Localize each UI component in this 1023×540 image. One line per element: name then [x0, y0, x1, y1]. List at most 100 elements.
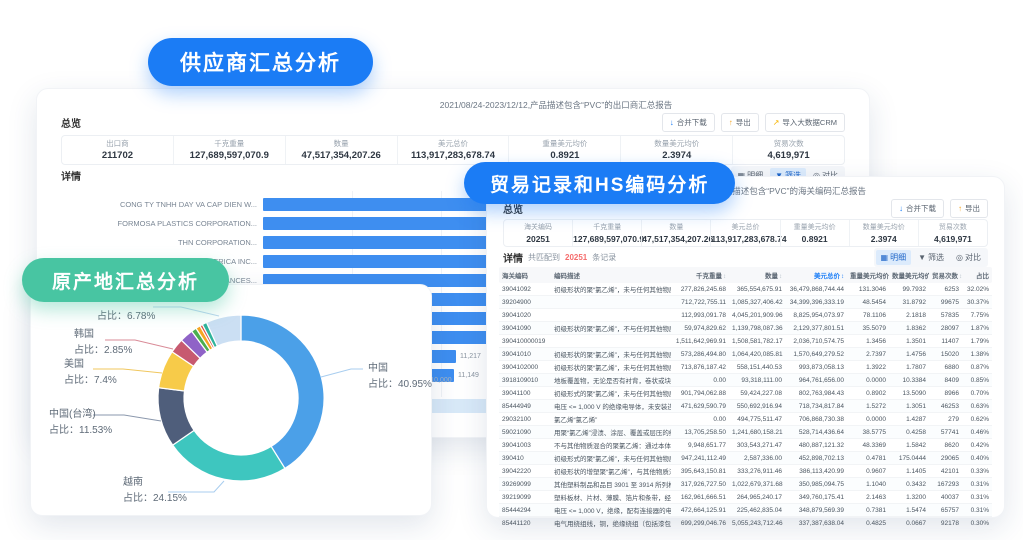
table-cell: 494,775,511.47 — [737, 415, 782, 423]
toolbar-button[interactable]: ↗ 导入大数据CRM — [764, 113, 845, 132]
table-cell: 39204900 — [502, 298, 531, 306]
sort-icon[interactable]: ↕ — [723, 274, 726, 280]
table-row[interactable]: 390410000019 1,511,642,969.91 1,508,581,78… — [499, 335, 992, 348]
stat-label: 千克重量 — [214, 139, 245, 148]
table-cell: 57741 — [940, 428, 959, 436]
column-header[interactable]: 重量美元均价 — [847, 270, 889, 280]
donut-label-percent: 占比：6.78% — [97, 311, 156, 322]
table-row[interactable]: 39042220 初级形状的增塑聚“氯乙烯”，与其他物质混合：颗粒 395,643,… — [499, 465, 992, 478]
table-cell: 349,760,175.41 — [798, 493, 844, 501]
table-cell: 48.5454 — [862, 298, 887, 306]
stat-label: 千克重量 — [593, 224, 622, 231]
column-header[interactable]: 占比 — [962, 270, 992, 280]
table-row[interactable]: 390410 初级形式的聚“氯乙烯”，未与任何其他物质混合 + 未提供丰富信息 +… — [499, 452, 992, 465]
view-tab-icon: ▦ — [880, 252, 889, 262]
table-row[interactable]: 85444294 电压 <= 1,000 V，绝缘，配有连接器的电导体，其他：电压… — [499, 504, 992, 517]
table-row[interactable]: 39041003 不与其他物质混合的聚氯乙烯：通过本体或悬浮聚合工艺获得的聚氯乙.… — [499, 439, 992, 452]
table-cell: 0.4825 — [866, 519, 886, 527]
table-cell: 38.5775 — [862, 428, 887, 436]
table-cell: 初级形状的聚“氯乙烯”，不与任何其他物质混合；其他等（氯乙烯）... — [554, 326, 671, 333]
stat-label: 海关编码 — [524, 224, 553, 231]
donut-slice-中国[interactable] — [240, 314, 325, 470]
table-row[interactable]: 3918109010 地板覆盖物，无论是否有衬背，卷状或块状形式，以及墙壁或天花板… — [499, 374, 992, 387]
table-row[interactable]: 39219099 塑料板材、片材、薄膜、箔片和条带，经过蜂窝化、层压、支撑或与其他… — [499, 491, 992, 504]
table-cell: 175.0444 — [898, 454, 926, 462]
table-cell: 13.5090 — [902, 389, 927, 397]
table-cell: 其他塑料制品和品目 3901 至 3914 所列材料其他材料制品（不包括 961… — [554, 482, 671, 489]
table-cell: 528,714,436.64 — [798, 428, 844, 436]
table-row[interactable]: 39041090 初级形状的聚“氯乙烯”，不与任何其他物质混合；其他等（氯乙烯）.… — [499, 322, 992, 335]
bar-value: 11,217 — [460, 353, 481, 360]
table-row[interactable]: 85441120 电气用绕组线，铜，绝缘绕组（包括漆包或搪瓷绝缘化）电缆、电线（包… — [499, 517, 992, 530]
table-cell: 1.5474 — [906, 506, 926, 514]
stat-value: 4,619,971 — [767, 150, 810, 161]
table-cell: 699,299,046.76 — [680, 519, 726, 527]
sort-icon[interactable]: ↕ — [841, 274, 844, 280]
table-cell: 0.0667 — [906, 519, 926, 527]
column-header[interactable]: 海关编码 — [499, 270, 551, 280]
table-row[interactable]: 59021090 用聚“氯乙烯”浸渍、涂层、覆盖或层压的纺织织物（不包括用聚“氯乙… — [499, 426, 992, 439]
stat: 重量美元均价 0.8921 — [508, 136, 620, 164]
table-cell: 8,825,954,073.97 — [793, 311, 844, 319]
button-icon: ↗ — [772, 117, 780, 127]
column-header[interactable]: 编码描述 — [551, 270, 671, 280]
table-cell: 480,887,121.32 — [798, 441, 844, 449]
donut-slice-越南[interactable] — [171, 429, 286, 482]
table-cell: 1,241,680,158.21 — [732, 428, 783, 436]
table-cell: 167293 — [937, 480, 959, 488]
sort-icon[interactable]: ↕ — [779, 274, 782, 280]
stat-value: 113,917,283,678.74 — [411, 150, 496, 161]
button-icon: ↓ — [899, 203, 903, 213]
toolbar-button[interactable]: ↓ 合并下载 — [891, 199, 944, 218]
column-header[interactable]: 美元总价↕ — [785, 270, 847, 280]
table-row[interactable]: 39041020 112,993,091.78 4,045,201,909.96 8,… — [499, 309, 992, 322]
column-header[interactable]: 数量↕ — [729, 270, 785, 280]
table-cell: 0.62% — [970, 415, 989, 423]
table-cell: 337,387,638.04 — [798, 519, 844, 527]
table-cell: 1,570,649,279.52 — [793, 350, 844, 358]
button-label: 导入大数据CRM — [782, 118, 837, 127]
donut-label: 中国 占比：40.95% — [368, 361, 432, 393]
table-cell: 5,055,243,712.46 — [732, 519, 783, 527]
view-tab[interactable]: ◎ 对比 — [951, 250, 986, 265]
donut-label-percent: 占比：40.95% — [368, 379, 432, 390]
table-row[interactable]: 39041010 初级形状的聚“氯乙烯”，未与任何其他物质混合：乳液级 PVC 树… — [499, 348, 992, 361]
table-cell: 1,508,581,782.17 — [732, 337, 783, 345]
stat-value: 127,689,597,070.9 — [573, 234, 645, 244]
table-row[interactable]: 39204900 712,722,755.11 1,085,327,406.42 34… — [499, 296, 992, 309]
donut-label: 越南 占比：24.15% — [123, 475, 187, 507]
table-cell: 558,151,440.53 — [736, 363, 782, 371]
stat-label: 数量美元均价 — [862, 224, 905, 231]
stat-label: 重量美元均价 — [793, 224, 836, 231]
table-row[interactable]: 3904102000 初级形状的聚“氯乙烯”，未与任何其他物质混合：悬浮级 PVC… — [499, 361, 992, 374]
donut-label-name: 美国 — [64, 359, 84, 370]
table-cell: 303,543,271.47 — [736, 441, 782, 449]
column-header[interactable]: 贸易次数↕ — [929, 270, 962, 280]
donut-label: 中国(台湾) 占比：11.53% — [49, 407, 112, 439]
table-cell: 85444949 — [502, 402, 531, 410]
table-cell: 1,139,798,087.36 — [732, 324, 783, 332]
view-tab[interactable]: ▼ 筛选 — [913, 250, 949, 265]
table-cell: 0.4258 — [906, 428, 926, 436]
table-cell: 706,868,730.38 — [798, 415, 844, 423]
toolbar-button[interactable]: ↓ 合并下载 — [661, 113, 715, 132]
table-cell: 59021090 — [502, 428, 531, 436]
table-row[interactable]: 39041100 初级形式的聚“氯乙烯”，未与任何其他物质混合 + 未提供其他信息… — [499, 387, 992, 400]
table-cell: 0.4781 — [866, 454, 886, 462]
toolbar-button[interactable]: ↑ 导出 — [950, 199, 988, 218]
table-row[interactable]: 39041092 初级形状的聚“氯乙烯”，未与任何其他物质混合；其他：粉末 277,… — [499, 283, 992, 296]
table-row[interactable]: 39269099 其他塑料制品和品目 3901 至 3914 所列材料其他材料制品… — [499, 478, 992, 491]
table-cell: 39219099 — [502, 493, 531, 501]
view-tab[interactable]: ▦ 明细 — [875, 249, 912, 265]
table-row[interactable]: 85444949 电压 <= 1,000 V 的绝缘电导体，未安装连接器，其他电器… — [499, 400, 992, 413]
stat-value: 47,517,354,207.26 — [642, 234, 714, 244]
table-cell: 993,873,058.13 — [798, 363, 844, 371]
table-row[interactable]: 29032100 氯乙烯“氯乙烯” 0.00 494,775,511.47 706,86… — [499, 413, 992, 426]
table-cell: 3904102000 — [502, 363, 539, 371]
column-header[interactable]: 数量美元均价 — [889, 270, 929, 280]
column-header[interactable]: 千克重量↕ — [671, 270, 729, 280]
toolbar-button[interactable]: ↑ 导出 — [720, 113, 759, 132]
table-cell: 0.9607 — [866, 467, 886, 475]
stat-value: 113,917,283,678.74 — [711, 234, 787, 244]
table-cell: 0.00 — [713, 376, 726, 384]
